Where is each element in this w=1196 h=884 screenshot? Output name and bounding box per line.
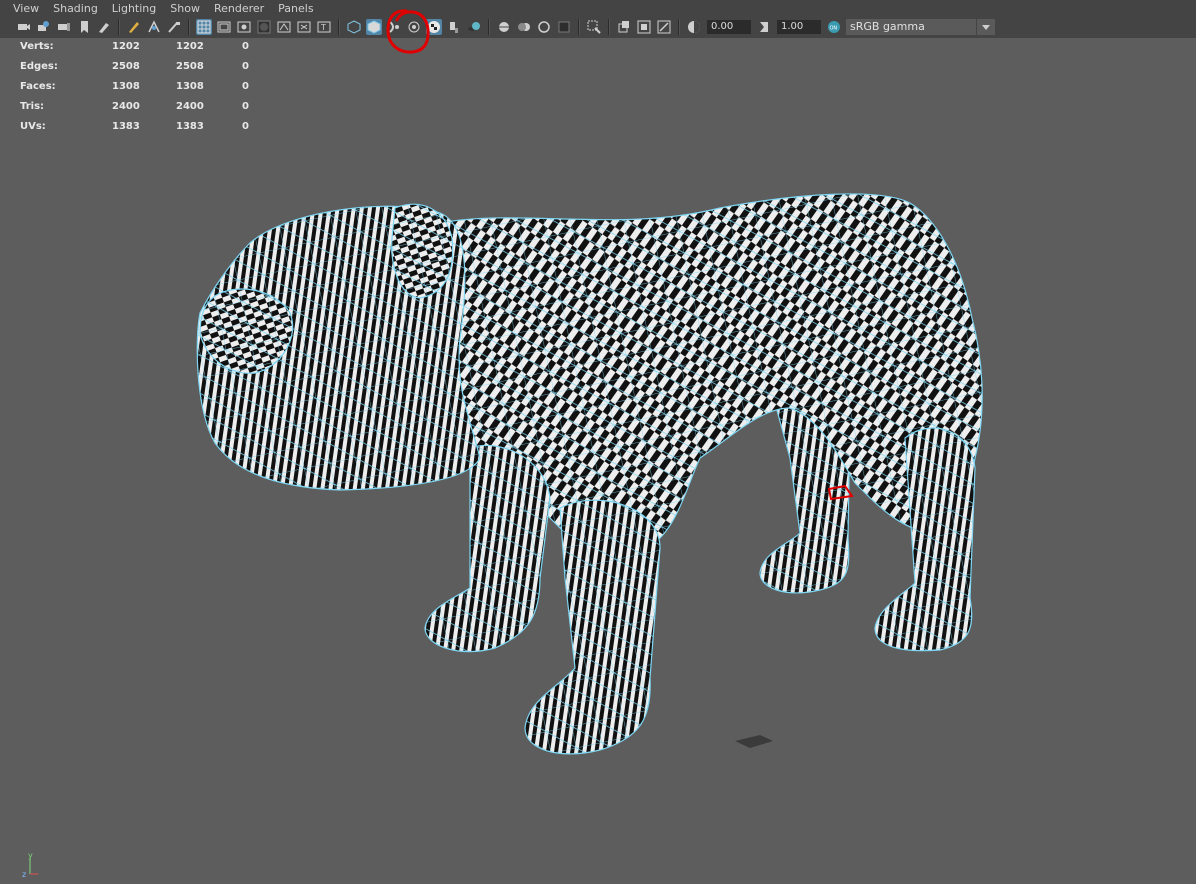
use-all-lights-icon[interactable]	[446, 19, 462, 35]
toolbar-separator	[578, 19, 580, 35]
axis-y-label: y	[28, 852, 33, 860]
xray-joints-icon[interactable]	[616, 19, 632, 35]
camera-attributes-icon[interactable]	[36, 19, 52, 35]
menu-lighting[interactable]: Lighting	[105, 2, 163, 15]
hud-label: Faces:	[20, 80, 56, 92]
hud-label: Edges:	[20, 60, 58, 72]
screen-space-ao-icon[interactable]	[496, 19, 512, 35]
hud-value: 1308	[112, 80, 140, 92]
field-chart-icon[interactable]	[276, 19, 292, 35]
panel-menubar: View Shading Lighting Show Renderer Pane…	[0, 0, 1196, 16]
camera-select-icon[interactable]	[16, 19, 32, 35]
toolbar-separator	[188, 19, 190, 35]
wireframe-shade-icon[interactable]	[346, 19, 362, 35]
hud-label: UVs:	[20, 120, 46, 132]
axis-z-label: z	[22, 870, 26, 878]
toolbar-separator	[488, 19, 490, 35]
viewport-scene	[196, 193, 983, 755]
hud-value: 1202	[112, 40, 140, 52]
menu-shading[interactable]: Shading	[46, 2, 105, 15]
annotation-circle	[386, 9, 430, 54]
hud-value: 0	[242, 40, 249, 52]
hud-value: 0	[242, 100, 249, 112]
hud-value: 2400	[112, 100, 140, 112]
hud-value: 2508	[112, 60, 140, 72]
hud-value: 1308	[176, 80, 204, 92]
xray-active-components-icon[interactable]	[636, 19, 652, 35]
hud-value: 1383	[176, 120, 204, 132]
view-transform-select[interactable]: sRGB gamma	[846, 19, 976, 35]
depth-of-field-icon[interactable]	[556, 19, 572, 35]
menu-panels[interactable]: Panels	[271, 2, 320, 15]
menu-show[interactable]: Show	[163, 2, 207, 15]
axis-gizmo: y z	[22, 852, 38, 878]
hud-value: 0	[242, 60, 249, 72]
smooth-shade-icon[interactable]	[366, 19, 382, 35]
2d-pan-zoom-icon[interactable]	[96, 19, 112, 35]
hud-label: Verts:	[20, 40, 54, 52]
hud-row-uvs: UVs: 1383 1383 0	[20, 116, 272, 136]
motion-blur-icon[interactable]	[516, 19, 532, 35]
color-management-icon[interactable]: ON	[826, 19, 842, 35]
perspective-viewport[interactable]: Verts: 1202 1202 0 Edges: 2508 2508 0 Fa…	[0, 38, 1196, 880]
toolbar-separator	[678, 19, 680, 35]
menu-view[interactable]: View	[6, 2, 46, 15]
hud-value: 1202	[176, 40, 204, 52]
wireframe-grid-icon[interactable]	[196, 19, 212, 35]
hud-value: 2508	[176, 60, 204, 72]
bookmarks-icon[interactable]	[56, 19, 72, 35]
svg-text:ON: ON	[830, 26, 838, 32]
exposure-icon[interactable]	[686, 19, 702, 35]
image-plane-icon[interactable]	[76, 19, 92, 35]
film-gate-toggle-icon[interactable]	[216, 19, 232, 35]
hud-label: Tris:	[20, 100, 45, 112]
menu-renderer[interactable]: Renderer	[207, 2, 271, 15]
ground-shadow	[735, 735, 773, 748]
hud-value: 0	[242, 120, 249, 132]
hud-value: 2400	[176, 100, 204, 112]
exposure-field[interactable]: 0.00	[707, 20, 751, 34]
hud-row-edges: Edges: 2508 2508 0	[20, 56, 272, 76]
hud-row-verts: Verts: 1202 1202 0	[20, 36, 272, 56]
grease-pencil-icon[interactable]	[126, 19, 142, 35]
gamma-field[interactable]: 1.00	[777, 20, 821, 34]
poly-count-hud: Verts: 1202 1202 0 Edges: 2508 2508 0 Fa…	[20, 36, 272, 136]
multisample-aa-icon[interactable]	[536, 19, 552, 35]
hud-value: 0	[242, 80, 249, 92]
toolbar-separator	[118, 19, 120, 35]
hud-row-tris: Tris: 2400 2400 0	[20, 96, 272, 116]
isolate-select-icon[interactable]	[586, 19, 602, 35]
film-gate-icon[interactable]	[166, 19, 182, 35]
safe-title-icon[interactable]: T	[316, 19, 332, 35]
gate-mask-icon[interactable]	[256, 19, 272, 35]
toolbar-separator	[608, 19, 610, 35]
resolution-gate-icon[interactable]	[236, 19, 252, 35]
chevron-down-icon[interactable]	[976, 19, 995, 35]
panel-toolbar: T 0.00 1.00 ON sRGB gamma	[0, 16, 1196, 38]
hud-row-faces: Faces: 1308 1308 0	[20, 76, 272, 96]
safe-action-icon[interactable]	[296, 19, 312, 35]
shadows-icon[interactable]	[466, 19, 482, 35]
gamma-icon[interactable]	[756, 19, 772, 35]
toolbar-separator	[338, 19, 340, 35]
backface-culling-icon[interactable]	[656, 19, 672, 35]
dog-ear[interactable]	[391, 203, 454, 299]
svg-text:T: T	[320, 23, 326, 32]
grid-icon[interactable]	[146, 19, 162, 35]
hud-value: 1383	[112, 120, 140, 132]
